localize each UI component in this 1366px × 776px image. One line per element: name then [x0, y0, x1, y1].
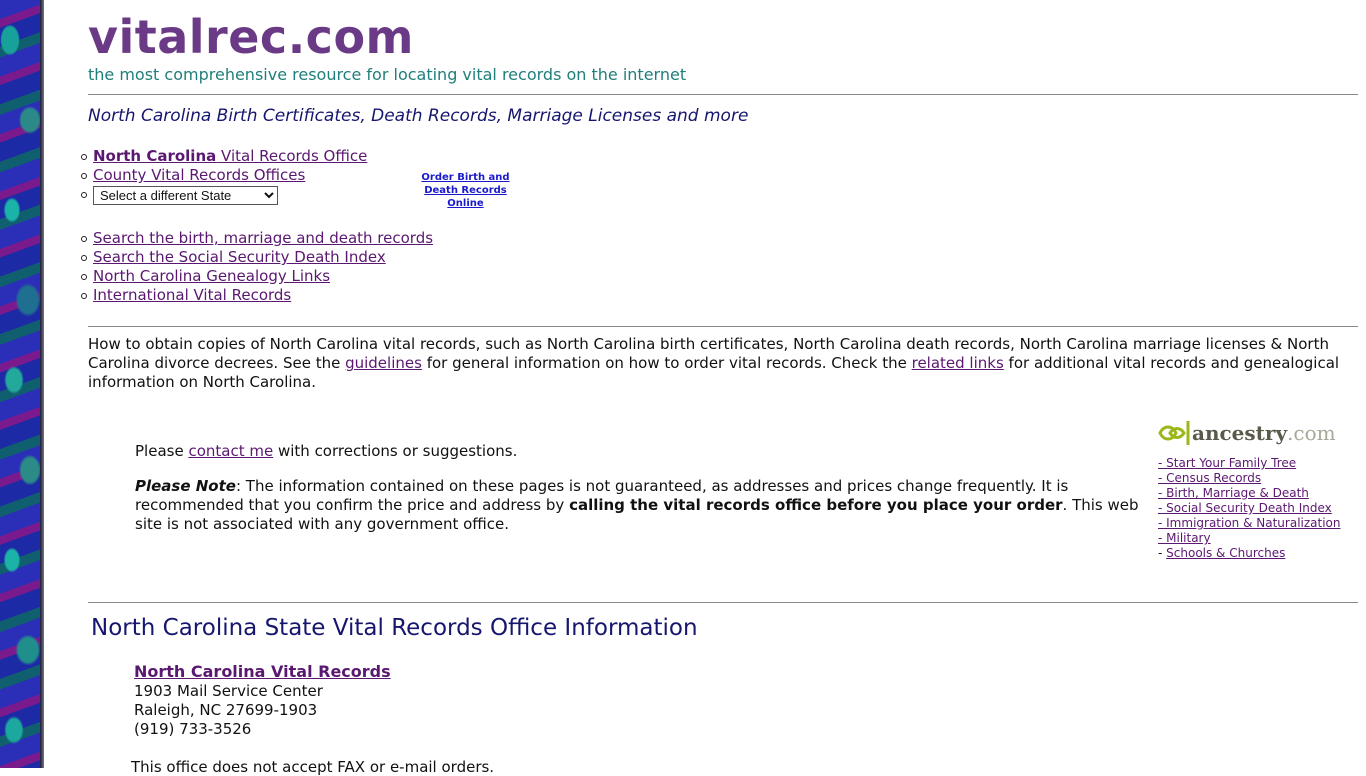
nav-item-state-select: Select a different State — [81, 185, 367, 205]
site-tagline: the most comprehensive resource for loca… — [88, 65, 687, 84]
ancestry-ad: ancestry .com - Start Your Family Tree - … — [1158, 418, 1358, 561]
schools-churches-link[interactable]: Schools & Churches — [1166, 546, 1285, 560]
military-link[interactable]: - Military — [1158, 531, 1211, 545]
order-link-line1: Order Birth and — [421, 172, 510, 183]
ancestry-links: - Start Your Family Tree - Census Record… — [1158, 456, 1358, 561]
guidelines-link[interactable]: guidelines — [345, 354, 422, 372]
ancestry-link-item: - Start Your Family Tree — [1158, 456, 1358, 471]
ancestry-link-item: - Schools & Churches — [1158, 546, 1358, 561]
state-select[interactable]: Select a different State — [93, 186, 278, 205]
bullet-icon — [81, 173, 87, 179]
bullet-icon — [81, 293, 87, 299]
ancestry-logo-word: ancestry — [1192, 421, 1288, 445]
related-links-link[interactable]: related links — [912, 354, 1004, 372]
link-prefix: - — [1158, 546, 1167, 560]
site-title: vitalrec.com — [88, 10, 414, 64]
office-address-block: North Carolina Vital Records 1903 Mail S… — [134, 662, 391, 739]
ancestry-link-item: - Birth, Marriage & Death — [1158, 486, 1358, 501]
divider — [88, 326, 1358, 327]
note-emphasis: calling the vital records office before … — [569, 496, 1063, 514]
search-records-link[interactable]: Search the birth, marriage and death rec… — [93, 229, 433, 247]
contact-text: with corrections or suggestions. — [273, 442, 518, 460]
genealogy-links-link[interactable]: North Carolina Genealogy Links — [93, 267, 330, 285]
nav-item: Search the birth, marriage and death rec… — [81, 229, 433, 248]
order-records-online-link[interactable]: Order Birth and Death Records Online — [408, 171, 523, 210]
divider — [88, 602, 1358, 603]
ssdi-link[interactable]: - Social Security Death Index — [1158, 501, 1332, 515]
bullet-icon — [81, 274, 87, 280]
search-ssdi-link[interactable]: Search the Social Security Death Index — [93, 248, 386, 266]
office-section-title: North Carolina State Vital Records Offic… — [91, 615, 698, 641]
ancestry-logo-link[interactable]: ancestry .com — [1158, 418, 1358, 448]
note-label: Please Note — [135, 477, 236, 495]
county-offices-link[interactable]: County Vital Records Offices — [93, 166, 305, 184]
ancestry-link-item: - Military — [1158, 531, 1358, 546]
office-address-line2: Raleigh, NC 27699-1903 — [134, 701, 318, 719]
office-address-line1: 1903 Mail Service Center — [134, 682, 323, 700]
birth-marriage-death-link[interactable]: - Birth, Marriage & Death — [1158, 486, 1309, 500]
bullet-icon — [81, 255, 87, 261]
state-name: North Carolina — [93, 147, 217, 165]
decorative-side-border — [0, 0, 44, 768]
contact-text: Please — [135, 442, 189, 460]
nav-item: International Vital Records — [81, 286, 433, 305]
divider — [88, 94, 1358, 95]
ancestry-link-item: - Census Records — [1158, 471, 1358, 486]
ancestry-leaf-icon — [1158, 421, 1190, 445]
order-link-line2: Death Records Online — [424, 185, 507, 209]
disclaimer-note: Please Note: The information contained o… — [135, 477, 1150, 534]
nav-item: Search the Social Security Death Index — [81, 248, 433, 267]
state-office-link[interactable]: North Carolina Vital Records Office — [93, 147, 367, 165]
page-subtitle: North Carolina Birth Certificates, Death… — [88, 106, 749, 126]
fax-note: This office does not accept FAX or e-mai… — [131, 758, 495, 776]
family-tree-link[interactable]: - Start Your Family Tree — [1158, 456, 1296, 470]
ancestry-link-item: - Social Security Death Index — [1158, 501, 1358, 516]
office-phone: (919) 733-3526 — [134, 720, 252, 738]
nav-item-state-office: North Carolina Vital Records Office — [81, 147, 367, 166]
nav-item-county-offices: County Vital Records Offices — [81, 166, 367, 185]
primary-nav: North Carolina Vital Records Office Coun… — [81, 147, 367, 205]
intro-text: for general information on how to order … — [421, 354, 912, 372]
contact-paragraph: Please contact me with corrections or su… — [135, 442, 517, 460]
secondary-nav: Search the birth, marriage and death rec… — [81, 229, 433, 305]
state-office-label: Vital Records Office — [216, 147, 368, 165]
bullet-icon — [81, 236, 87, 242]
ancestry-link-item: - Immigration & Naturalization — [1158, 516, 1358, 531]
office-name-link[interactable]: North Carolina Vital Records — [134, 662, 391, 681]
bullet-icon — [81, 154, 87, 160]
immigration-link[interactable]: - Immigration & Naturalization — [1158, 516, 1341, 530]
nav-item: North Carolina Genealogy Links — [81, 267, 433, 286]
ancestry-logo-suffix: .com — [1287, 421, 1336, 445]
intro-paragraph: How to obtain copies of North Carolina v… — [88, 335, 1353, 392]
contact-me-link[interactable]: contact me — [188, 442, 273, 460]
international-records-link[interactable]: International Vital Records — [93, 286, 291, 304]
census-records-link[interactable]: - Census Records — [1158, 471, 1261, 485]
bullet-icon — [81, 192, 87, 198]
